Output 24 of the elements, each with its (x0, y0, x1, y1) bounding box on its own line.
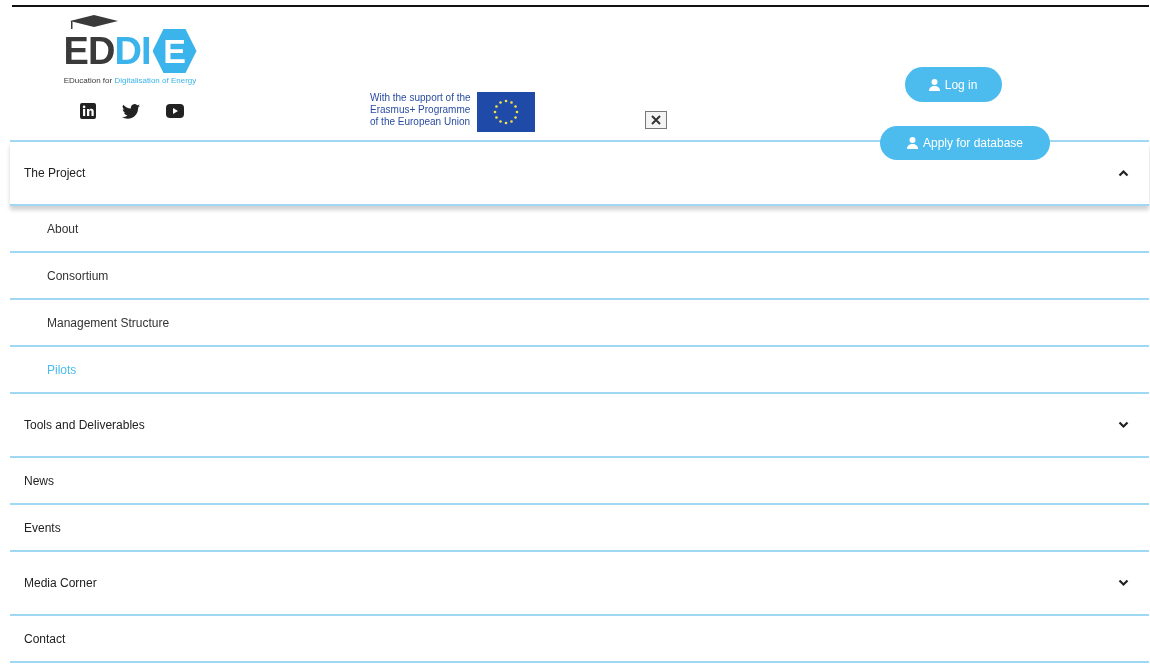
menu-item[interactable]: Contact (10, 616, 1149, 663)
logo-text: DI (114, 32, 151, 70)
submenu-item[interactable]: Consortium (10, 253, 1149, 300)
close-button[interactable] (644, 111, 667, 129)
support-text: With the support of the Erasmus+ Programme of the European Union (370, 92, 471, 128)
close-icon (650, 115, 661, 125)
user-icon (928, 78, 940, 91)
user-icon (906, 137, 918, 149)
chevron-up-icon (1118, 169, 1129, 177)
menu-item[interactable]: Tools and Deliverables (10, 394, 1149, 458)
eu-flag-icon (476, 92, 535, 132)
submenu-item[interactable]: Management Structure (10, 300, 1149, 347)
linkedin-icon[interactable] (80, 103, 96, 119)
submenu-item[interactable]: About (10, 206, 1149, 253)
logo-text: ED (63, 32, 115, 70)
logo-tagline: EDucation for (63, 76, 114, 85)
menu-item[interactable]: Media Corner (10, 552, 1149, 616)
menu-item[interactable]: Events (10, 505, 1149, 552)
menu-item[interactable]: News (10, 458, 1149, 505)
logo-tagline: Digitalisation of Energy (114, 76, 197, 85)
play-icon[interactable] (166, 104, 184, 118)
bird-icon[interactable] (122, 103, 140, 119)
chevron-down-icon (1118, 579, 1129, 587)
chevron-down-icon (1118, 421, 1129, 429)
